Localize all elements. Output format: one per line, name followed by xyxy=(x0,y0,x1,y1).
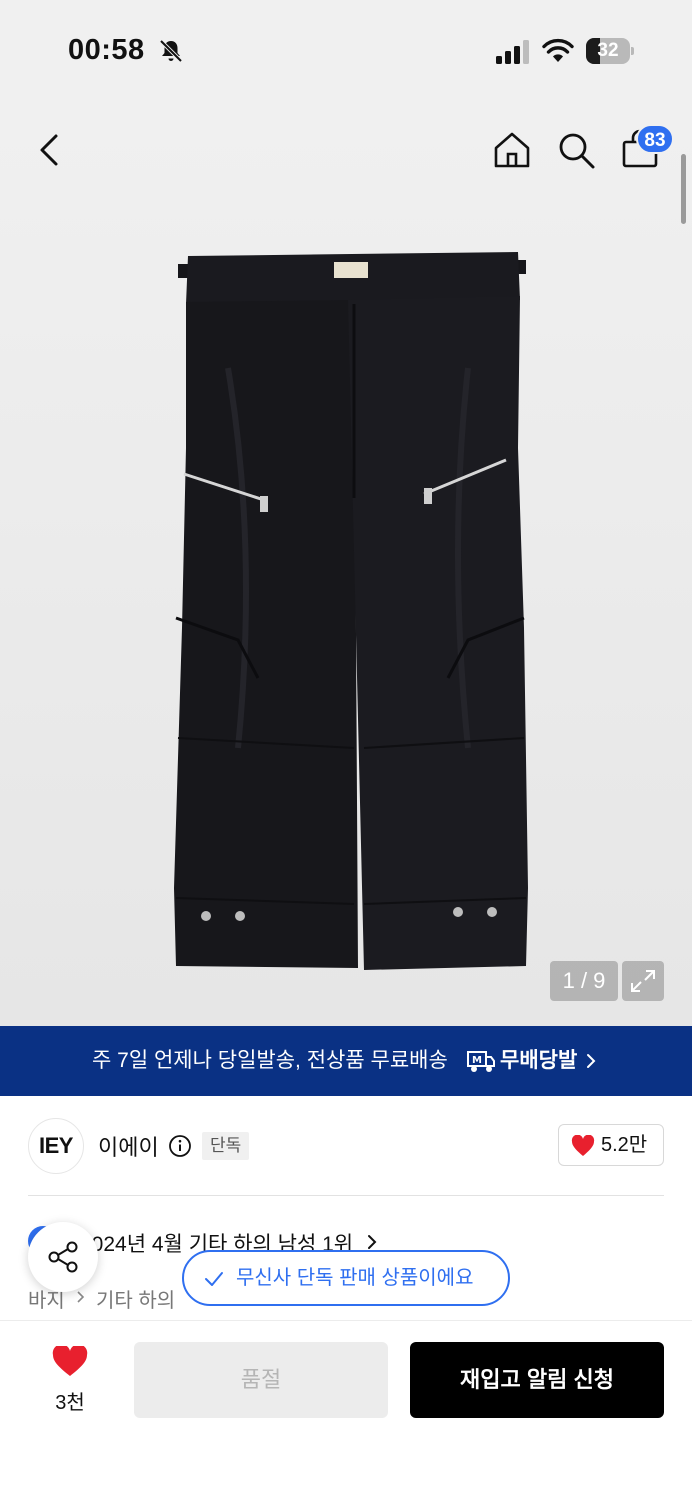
toast-text: 무신사 단독 판매 상품이에요 xyxy=(236,1267,474,1289)
breadcrumb-subcategory[interactable]: 기타 하의 xyxy=(96,1284,175,1313)
signal-icon xyxy=(496,40,529,64)
share-icon xyxy=(48,1241,78,1273)
exclusive-toast: 무신사 단독 판매 상품이에요 xyxy=(182,1250,510,1306)
cart-count-badge: 83 xyxy=(636,124,674,154)
battery-icon: 32 xyxy=(586,38,634,64)
heart-icon xyxy=(571,1135,595,1156)
brand-like-count: 5.2만 xyxy=(601,1134,648,1156)
truck-icon: M xyxy=(467,1051,495,1072)
product-image xyxy=(174,252,528,970)
svg-text:M: M xyxy=(472,1055,482,1066)
battery-level: 32 xyxy=(597,40,619,61)
wishlist-count: 3천 xyxy=(55,1392,85,1414)
check-icon xyxy=(205,1272,223,1286)
banner-text: 주 7일 언제나 당일발송, 전상품 무료배송 xyxy=(92,1049,448,1072)
share-button[interactable] xyxy=(28,1222,98,1292)
chevron-right-icon xyxy=(368,1235,377,1249)
brand-logo[interactable]: IEY xyxy=(28,1118,84,1174)
bell-off-icon xyxy=(159,39,183,63)
search-icon[interactable] xyxy=(552,126,600,174)
soldout-button: 품절 xyxy=(134,1342,388,1418)
scrollbar[interactable] xyxy=(681,154,686,224)
wifi-icon xyxy=(542,38,574,62)
back-icon[interactable] xyxy=(28,126,76,174)
expand-icon[interactable] xyxy=(622,961,664,1001)
brand-name[interactable]: 이에이 xyxy=(98,1130,159,1162)
info-icon[interactable] xyxy=(168,1134,192,1158)
chevron-right-icon xyxy=(587,1054,596,1068)
restock-alert-button[interactable]: 재입고 알림 신청 xyxy=(410,1342,664,1418)
divider xyxy=(28,1195,664,1196)
wishlist-heart-icon[interactable] xyxy=(52,1346,88,1378)
home-icon[interactable] xyxy=(488,126,536,174)
exclusive-badge: 단독 xyxy=(202,1132,250,1160)
banner-brand: 무배당발 xyxy=(500,1049,578,1072)
status-bar: 00:58 32 xyxy=(0,0,692,100)
chevron-right-icon xyxy=(77,1291,85,1303)
delivery-banner[interactable]: 주 7일 언제나 당일발송, 전상품 무료배송 M 무배당발 xyxy=(0,1026,692,1096)
status-time: 00:58 xyxy=(68,34,145,66)
brand-like-button[interactable]: 5.2만 xyxy=(558,1124,664,1166)
gallery-counter: 1 / 9 xyxy=(550,961,618,1001)
